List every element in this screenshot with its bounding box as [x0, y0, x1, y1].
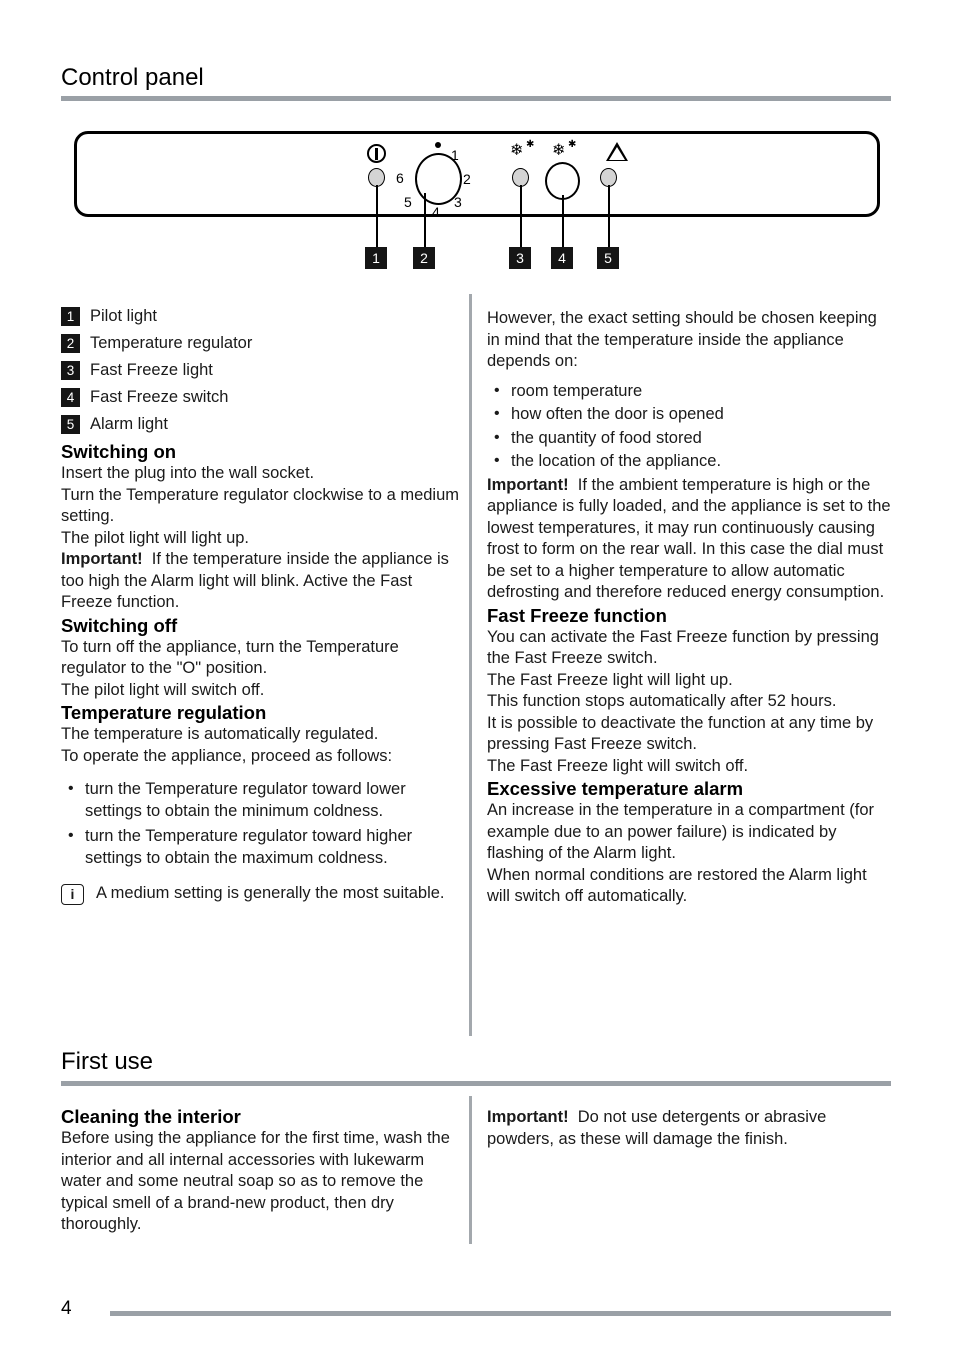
legend-item: 2 Temperature regulator: [61, 332, 461, 355]
page-title-first-use: First use: [61, 1048, 154, 1075]
list-item: the location of the appliance.: [487, 450, 891, 473]
left-column: 1 Pilot light 2 Temperature regulator 3 …: [61, 305, 461, 905]
legend-label: Fast Freeze light: [90, 361, 213, 379]
control-panel-legend: 1 Pilot light 2 Temperature regulator 3 …: [61, 305, 461, 436]
list-item: the quantity of food stored: [487, 427, 891, 450]
important-text: If the ambient temperature is high or th…: [487, 475, 891, 602]
leader-line-4: [562, 195, 564, 249]
leader-line-2: [424, 193, 426, 249]
power-icon: [367, 144, 386, 163]
legend-item: 3 Fast Freeze light: [61, 359, 461, 382]
list-item: how often the door is opened: [487, 403, 891, 426]
callout-badge-1: 1: [365, 247, 387, 269]
snowflake-small-icon-fastfreeze-light: ✱: [526, 139, 535, 150]
callout-badge-3: 3: [509, 247, 531, 269]
dial-number-1: 1: [451, 147, 459, 163]
dial-number-5: 5: [404, 194, 412, 210]
document-page: Control panel 1 2 3 4 5 6 ❄ ✱ ❄ ✱ 1 2 3 …: [0, 0, 954, 1352]
legend-item: 4 Fast Freeze switch: [61, 386, 461, 409]
dial-number-4: 4: [432, 204, 440, 220]
temperature-regulation-para-1: The temperature is automatically regulat…: [61, 725, 379, 743]
footer-rule: [110, 1311, 891, 1316]
column-divider-lower: [469, 1096, 472, 1244]
heading-excessive-temperature-alarm: Excessive temperature alarm: [487, 778, 744, 799]
fast-freeze-para-2: The Fast Freeze light will light up.: [487, 670, 733, 689]
legend-label: Pilot light: [90, 307, 157, 325]
legend-item: 5 Alarm light: [61, 413, 461, 436]
fast-freeze-para-3: This function stops automatically after …: [487, 692, 837, 710]
heading-switching-off: Switching off: [61, 614, 178, 636]
switching-on-para-1: Insert the plug into the wall socket.: [61, 464, 315, 482]
callout-badge-2: 2: [413, 247, 435, 269]
alarm-para-2: When normal conditions are restored the …: [487, 865, 867, 906]
list-item: turn the Temperature regulator toward hi…: [61, 825, 461, 869]
right-column: However, the exact setting should be cho…: [487, 308, 891, 908]
intro-para: However, the exact setting should be cho…: [487, 309, 877, 370]
warning-triangle-icon: [606, 142, 628, 161]
dial-number-6: 6: [396, 170, 404, 186]
switching-off-para-2: The pilot light will switch off.: [61, 680, 265, 699]
legend-number: 5: [61, 415, 80, 434]
snowflake-icon-fastfreeze-light: ❄: [510, 142, 524, 159]
intro-bullets: room temperature how often the door is o…: [487, 380, 891, 473]
dial-number-2: 2: [463, 171, 471, 187]
fast-freeze-para-1: You can activate the Fast Freeze functio…: [487, 627, 879, 668]
control-panel-elements: 1 2 3 4 5 6 ❄ ✱ ❄ ✱: [74, 131, 880, 281]
important-label: Important!: [487, 475, 569, 494]
page-title-control-panel: Control panel: [61, 64, 204, 91]
switching-on-para-3: The pilot light will light up.: [61, 528, 250, 547]
leader-line-1: [376, 185, 378, 249]
heading-rule-control-panel: [61, 96, 891, 101]
alarm-para-1: An increase in the temperature in a comp…: [487, 801, 875, 862]
first-use-right-column: Important! Do not use detergents or abra…: [487, 1107, 891, 1150]
snowflake-small-icon-fastfreeze-switch: ✱: [568, 139, 577, 150]
callout-badge-4: 4: [551, 247, 573, 269]
list-item: turn the Temperature regulator toward lo…: [61, 778, 461, 822]
column-divider-upper: [469, 294, 472, 1036]
snowflake-icon-fastfreeze-switch: ❄: [552, 142, 566, 159]
heading-fast-freeze-function: Fast Freeze function: [487, 604, 667, 626]
page-number: 4: [61, 1298, 72, 1319]
fast-freeze-para-5: The Fast Freeze light will switch off.: [487, 756, 749, 775]
cleaning-interior-para: Before using the appliance for the first…: [61, 1129, 450, 1233]
legend-item: 1 Pilot light: [61, 305, 461, 328]
heading-temperature-regulation: Temperature regulation: [61, 702, 267, 723]
legend-label: Alarm light: [90, 415, 168, 433]
temperature-regulation-bullets: turn the Temperature regulator toward lo…: [61, 778, 461, 869]
switching-on-para-2: Turn the Temperature regulator clockwise…: [61, 485, 460, 526]
fast-freeze-para-4: It is possible to deactivate the functio…: [487, 713, 874, 754]
legend-number: 2: [61, 334, 80, 353]
legend-number: 3: [61, 361, 80, 380]
important-label: Important!: [61, 550, 143, 568]
list-item: room temperature: [487, 380, 891, 403]
info-note-text: A medium setting is generally the most s…: [96, 884, 445, 902]
switching-off-para-1: To turn off the appliance, turn the Temp…: [61, 637, 399, 678]
leader-line-5: [608, 185, 610, 249]
dial-number-3: 3: [454, 194, 462, 210]
dial-marker-dot: [435, 142, 441, 148]
legend-label: Fast Freeze switch: [90, 388, 229, 406]
legend-label: Temperature regulator: [90, 334, 253, 352]
info-icon: i: [61, 884, 84, 905]
heading-rule-first-use: [61, 1081, 891, 1086]
intro-important: Important! If the ambient temperature is…: [487, 475, 891, 604]
temperature-regulation-para-2: To operate the appliance, proceed as fol…: [61, 746, 393, 765]
legend-number: 4: [61, 388, 80, 407]
heading-cleaning-the-interior: Cleaning the interior: [61, 1106, 241, 1127]
info-note: i A medium setting is generally the most…: [61, 883, 461, 905]
first-use-important: Important! Do not use detergents or abra…: [487, 1107, 891, 1150]
callout-badge-5: 5: [597, 247, 619, 269]
important-label: Important!: [487, 1108, 569, 1126]
first-use-left-column: Cleaning the interior Before using the a…: [61, 1105, 461, 1236]
leader-line-3: [520, 185, 522, 249]
switching-on-important: Important! If the temperature inside the…: [61, 549, 461, 614]
legend-number: 1: [61, 307, 80, 326]
heading-switching-on: Switching on: [61, 441, 177, 462]
